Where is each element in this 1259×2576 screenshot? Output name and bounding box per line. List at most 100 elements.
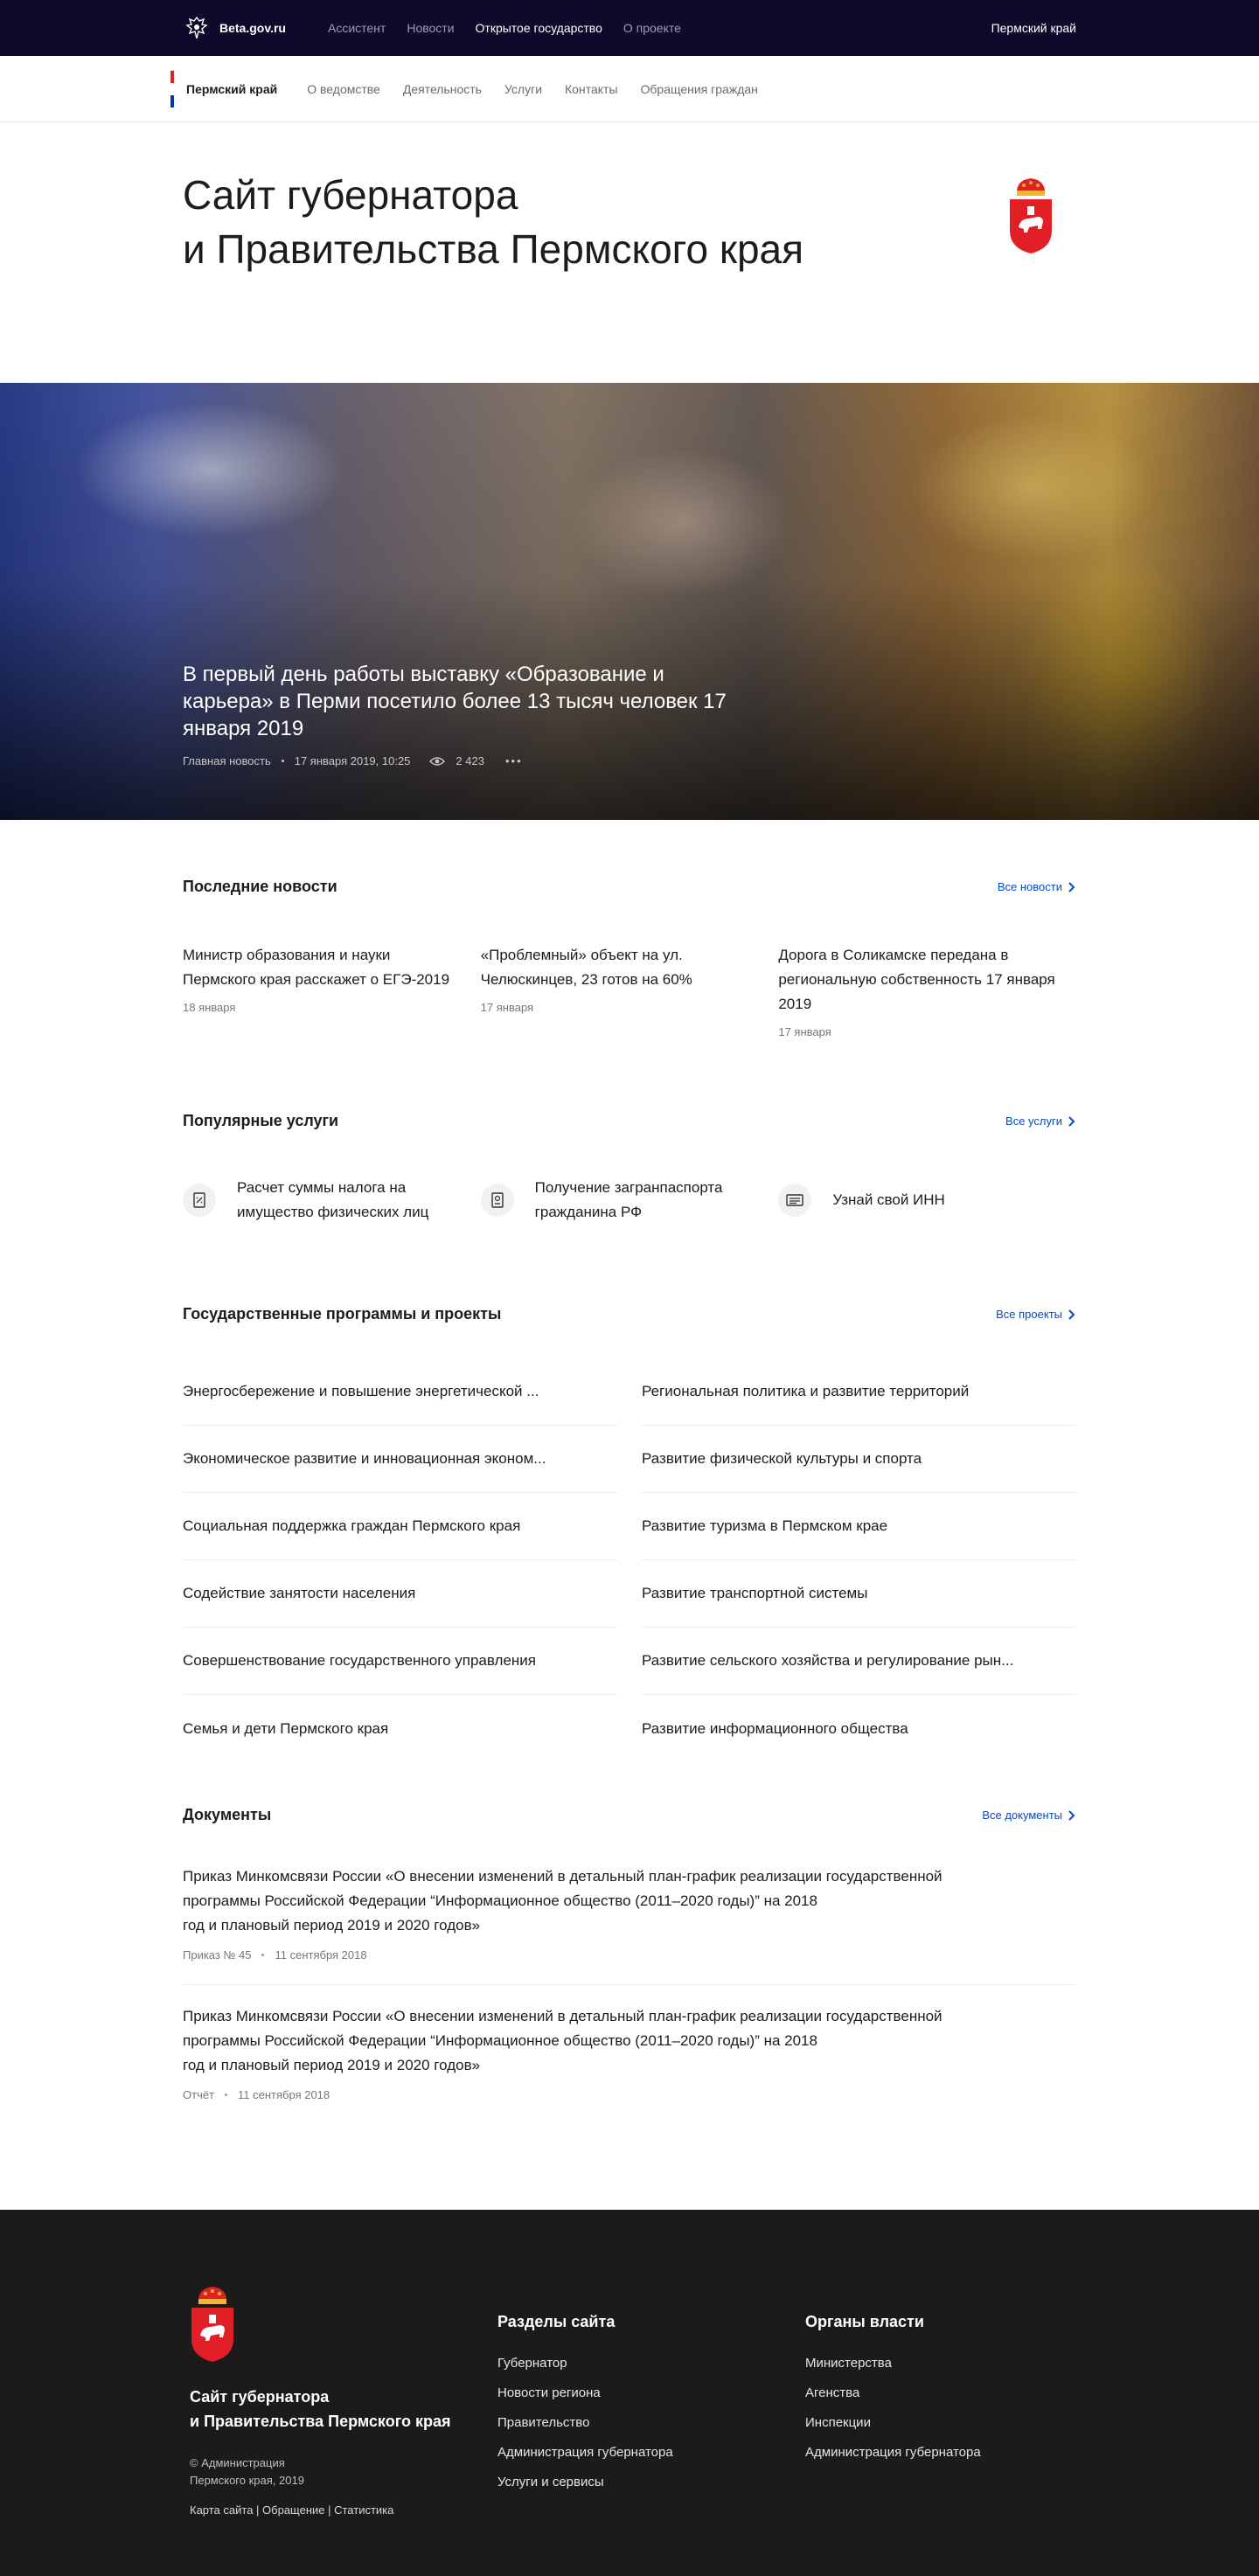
latest-news-section: Последние новости Все новости Министр об…	[183, 820, 1076, 1038]
brand-link[interactable]: Beta.gov.ru	[183, 14, 286, 42]
service-title[interactable]: Узнай свой ИНН	[832, 1188, 945, 1212]
sub-nav-activity[interactable]: Деятельность	[403, 82, 482, 96]
document-title[interactable]: Приказ Минкомсвязи России «О внесении из…	[183, 1864, 1076, 1938]
program-link[interactable]: Развитие туризма в Пермском крае	[642, 1493, 1076, 1560]
hero-banner[interactable]: В первый день работы выставку «Образован…	[0, 383, 1259, 820]
program-link[interactable]: Семья и дети Пермского края	[183, 1695, 617, 1762]
programs-title: Государственные программы и проекты	[183, 1305, 502, 1323]
news-card-date: 17 января	[778, 1025, 831, 1038]
top-nav-open-government[interactable]: Открытое государство	[476, 21, 602, 35]
news-card[interactable]: Министр образования и науки Пермского кр…	[183, 943, 481, 1038]
page-header: Сайт губернатора и Правительства Пермско…	[0, 122, 1259, 383]
sub-nav-services[interactable]: Услуги	[504, 82, 542, 96]
news-card-title[interactable]: Дорога в Соликамске передана в региональ…	[778, 943, 1059, 1017]
sub-nav-appeals[interactable]: Обращения граждан	[641, 82, 758, 96]
programs-right-column: Региональная политика и развитие террито…	[642, 1358, 1076, 1762]
news-card-date: 18 января	[183, 1001, 236, 1014]
popular-services-title: Популярные услуги	[183, 1112, 339, 1129]
service-title[interactable]: Получение загранпаспорта гражданина РФ	[535, 1176, 779, 1225]
all-projects-link[interactable]: Все проекты	[996, 1308, 1076, 1321]
separator-dot	[225, 2093, 228, 2096]
footer-link[interactable]: Услуги и сервисы	[497, 2468, 673, 2497]
eagle-emblem-icon	[185, 16, 208, 39]
document-date: 11 сентября 2018	[238, 2088, 330, 2101]
footer-link[interactable]: Министерства	[805, 2349, 981, 2378]
document-title[interactable]: Приказ Минкомсвязи России «О внесении из…	[183, 2004, 1076, 2078]
footer-link[interactable]: Инспекции	[805, 2408, 981, 2438]
all-documents-link[interactable]: Все документы	[982, 1809, 1076, 1822]
footer-utility-links[interactable]: Карта сайта | Обращение | Статистика	[190, 2503, 393, 2517]
top-nav-news[interactable]: Новости	[407, 21, 454, 35]
program-link[interactable]: Развитие информационного общества	[642, 1695, 1076, 1762]
program-link[interactable]: Экономическое развитие и инновационная э…	[183, 1426, 617, 1493]
program-link[interactable]: Региональная политика и развитие террито…	[642, 1358, 1076, 1426]
footer-link[interactable]: Губернатор	[497, 2349, 673, 2378]
all-services-link[interactable]: Все услуги	[1005, 1114, 1076, 1128]
service-item[interactable]: Узнай свой ИНН	[778, 1176, 1076, 1225]
passport-icon	[480, 1184, 514, 1217]
documents-section: Документы Все документы Приказ Минкомсвя…	[183, 1762, 1076, 2210]
program-link[interactable]: Развитие транспортной системы	[642, 1560, 1076, 1628]
russian-flag-bar	[170, 71, 174, 108]
footer-link[interactable]: Новости региона	[497, 2378, 673, 2408]
footer-link[interactable]: Агенства	[805, 2378, 981, 2408]
all-news-link[interactable]: Все новости	[998, 880, 1076, 893]
document-type: Отчёт	[183, 2088, 215, 2101]
hero-headline[interactable]: В первый день работы выставку «Образован…	[183, 661, 742, 742]
sub-nav-about[interactable]: О ведомстве	[307, 82, 380, 96]
calculator-icon	[183, 1184, 216, 1217]
top-nav-about[interactable]: О проекте	[623, 21, 681, 35]
footer-link[interactable]: Правительство	[497, 2408, 673, 2438]
program-link[interactable]: Развитие физической культуры и спорта	[642, 1426, 1076, 1493]
news-card-title[interactable]: Министр образования и науки Пермского кр…	[183, 943, 463, 992]
document-item[interactable]: Приказ Минкомсвязи России «О внесении из…	[183, 1985, 1076, 2124]
footer-link[interactable]: Администрация губернатора	[497, 2438, 673, 2468]
top-bar: Beta.gov.ru Ассистент Новости Открытое г…	[0, 0, 1259, 56]
chevron-right-icon	[1068, 881, 1075, 892]
footer-sections-title: Разделы сайта	[497, 2313, 616, 2330]
footer: Сайт губернатора и Правительства Пермско…	[0, 2210, 1259, 2576]
latest-news-title: Последние новости	[183, 878, 337, 895]
top-nav-assistant[interactable]: Ассистент	[328, 21, 386, 35]
service-item[interactable]: Расчет суммы налога на имущество физичес…	[183, 1176, 481, 1225]
footer-title: Сайт губернатора и Правительства Пермско…	[190, 2388, 451, 2430]
hero-date: 17 января 2019, 10:25	[294, 754, 411, 767]
separator-dot	[281, 760, 284, 762]
document-type: Приказ № 45	[183, 1948, 252, 1962]
hero-views: 2 423	[456, 754, 484, 767]
footer-sections-column: Разделы сайта Губернатор Новости региона…	[497, 2313, 673, 2497]
program-link[interactable]: Энергосбережение и повышение энергетичес…	[183, 1358, 617, 1426]
service-item[interactable]: Получение загранпаспорта гражданина РФ	[480, 1176, 779, 1225]
programs-left-column: Энергосбережение и повышение энергетичес…	[183, 1358, 617, 1762]
id-card-icon	[778, 1184, 812, 1217]
footer-authorities-column: Органы власти Министерства Агенства Инсп…	[805, 2313, 981, 2468]
chevron-right-icon	[1068, 1115, 1075, 1127]
programs-section: Государственные программы и проекты Все …	[183, 1225, 1076, 1762]
sub-nav: Пермский край О ведомстве Деятельность У…	[0, 56, 1259, 122]
program-link[interactable]: Социальная поддержка граждан Пермского к…	[183, 1493, 617, 1560]
news-card-title[interactable]: «Проблемный» объект на ул. Челюскинцев, …	[481, 943, 762, 992]
service-title[interactable]: Расчет суммы налога на имущество физичес…	[237, 1176, 481, 1225]
hero-meta: Главная новость 17 января 2019, 10:25 2 …	[183, 754, 742, 767]
more-options-icon[interactable]: •••	[505, 754, 523, 767]
eye-icon	[429, 756, 446, 766]
separator-dot	[261, 1954, 265, 1956]
footer-copyright: © Администрация Пермского края, 2019	[190, 2456, 304, 2487]
program-link[interactable]: Развитие сельского хозяйства и регулиров…	[642, 1628, 1076, 1695]
sub-nav-contacts[interactable]: Контакты	[565, 82, 617, 96]
page-title: Сайт губернатора и Правительства Пермско…	[183, 172, 804, 272]
news-card[interactable]: Дорога в Соликамске передана в региональ…	[778, 943, 1076, 1038]
sub-nav-region[interactable]: Пермский край	[186, 82, 277, 96]
chevron-right-icon	[1068, 1809, 1075, 1821]
perm-coat-of-arms-icon	[1010, 178, 1052, 253]
program-link[interactable]: Совершенствование государственного управ…	[183, 1628, 617, 1695]
document-item[interactable]: Приказ Минкомсвязи России «О внесении из…	[183, 1824, 1076, 1985]
program-link[interactable]: Содействие занятости населения	[183, 1560, 617, 1628]
perm-coat-of-arms-icon	[191, 2287, 233, 2362]
news-card-date: 17 января	[480, 1001, 534, 1014]
footer-link[interactable]: Администрация губернатора	[805, 2438, 981, 2468]
documents-title: Документы	[183, 1806, 272, 1823]
footer-authorities-title: Органы власти	[805, 2313, 924, 2330]
region-selector[interactable]: Пермский край	[991, 21, 1076, 35]
news-card[interactable]: «Проблемный» объект на ул. Челюскинцев, …	[481, 943, 779, 1038]
